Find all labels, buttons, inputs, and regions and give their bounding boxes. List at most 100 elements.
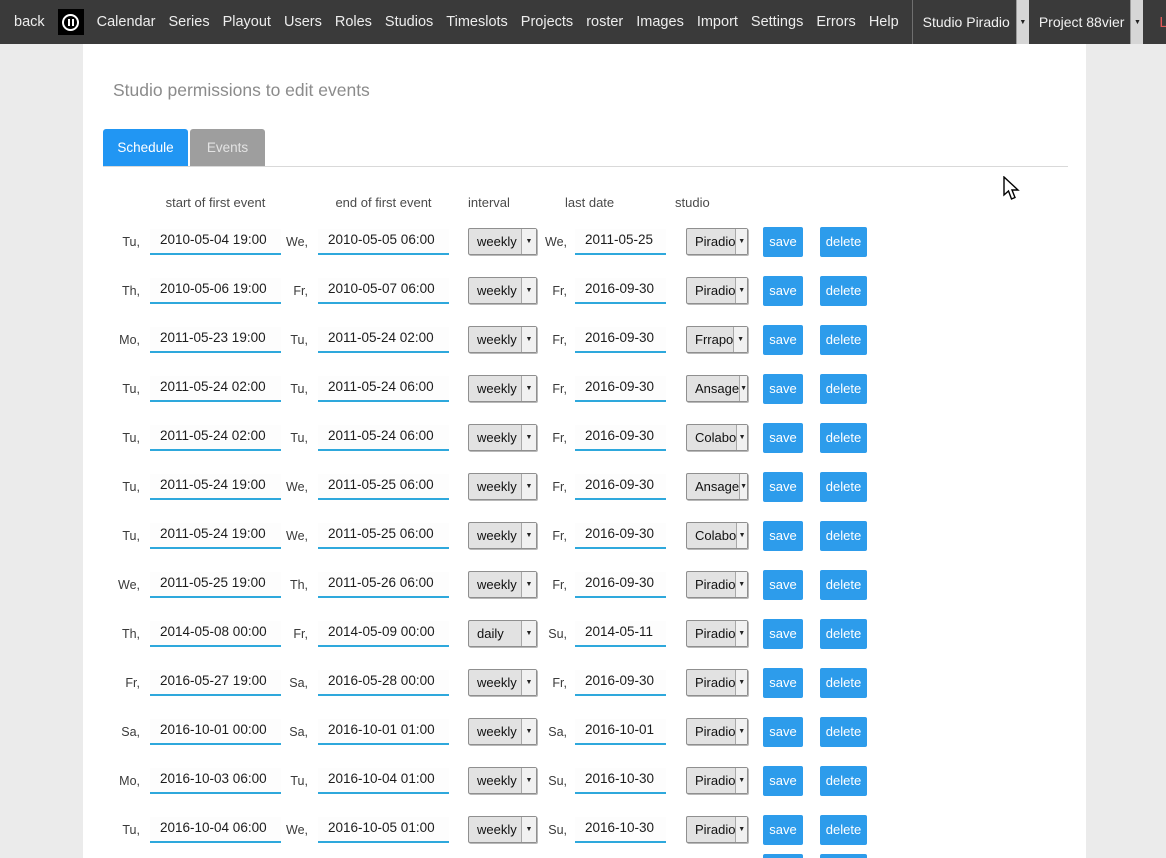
last-date-input[interactable] — [575, 817, 666, 843]
start-datetime-input[interactable] — [150, 572, 281, 598]
end-datetime-input[interactable] — [318, 474, 449, 500]
end-datetime-input[interactable] — [318, 768, 449, 794]
last-date-input[interactable] — [575, 327, 666, 353]
nav-item-calendar[interactable]: Calendar — [97, 14, 156, 30]
end-datetime-input[interactable] — [318, 278, 449, 304]
end-datetime-input[interactable] — [318, 572, 449, 598]
studio-select[interactable]: Colabo ▼ — [686, 522, 748, 549]
save-button[interactable]: save — [763, 619, 803, 649]
interval-select[interactable]: weekly ▼ — [468, 718, 537, 745]
delete-button[interactable]: delete — [820, 854, 867, 858]
start-datetime-input[interactable] — [150, 768, 281, 794]
save-button[interactable]: save — [763, 570, 803, 600]
studio-select[interactable]: Studio Piradio ▼ — [913, 0, 1029, 44]
save-button[interactable]: save — [763, 374, 803, 404]
interval-select[interactable]: weekly ▼ — [468, 767, 537, 794]
last-date-input[interactable] — [575, 229, 666, 255]
delete-button[interactable]: delete — [820, 374, 867, 404]
studio-select[interactable]: Piradio ▼ — [686, 816, 748, 843]
interval-select[interactable]: weekly ▼ — [468, 571, 537, 598]
delete-button[interactable]: delete — [820, 570, 867, 600]
nav-item-series[interactable]: Series — [168, 14, 209, 30]
last-date-input[interactable] — [575, 572, 666, 598]
delete-button[interactable]: delete — [820, 766, 867, 796]
chevron-down-icon[interactable]: ▼ — [1130, 0, 1143, 44]
end-datetime-input[interactable] — [318, 621, 449, 647]
start-datetime-input[interactable] — [150, 474, 281, 500]
interval-select[interactable]: weekly ▼ — [468, 277, 537, 304]
end-datetime-input[interactable] — [318, 229, 449, 255]
studio-select[interactable]: Piradio ▼ — [686, 767, 748, 794]
interval-select[interactable]: weekly ▼ — [468, 522, 537, 549]
delete-button[interactable]: delete — [820, 717, 867, 747]
studio-select[interactable]: Frrapo ▼ — [686, 326, 748, 353]
last-date-input[interactable] — [575, 376, 666, 402]
end-datetime-input[interactable] — [318, 327, 449, 353]
last-date-input[interactable] — [575, 425, 666, 451]
station-logo-icon[interactable] — [58, 9, 84, 35]
last-date-input[interactable] — [575, 768, 666, 794]
end-datetime-input[interactable] — [318, 719, 449, 745]
save-button[interactable]: save — [763, 227, 803, 257]
studio-select[interactable]: Ansage ▼ — [686, 473, 748, 500]
interval-select[interactable]: weekly ▼ — [468, 326, 537, 353]
save-button[interactable]: save — [763, 276, 803, 306]
studio-select[interactable]: Piradio ▼ — [686, 228, 748, 255]
start-datetime-input[interactable] — [150, 229, 281, 255]
start-datetime-input[interactable] — [150, 719, 281, 745]
nav-item-playout[interactable]: Playout — [223, 14, 271, 30]
nav-item-timeslots[interactable]: Timeslots — [446, 14, 508, 30]
tab-events[interactable]: Events — [190, 129, 265, 166]
nav-item-roles[interactable]: Roles — [335, 14, 372, 30]
interval-select[interactable]: weekly ▼ — [468, 375, 537, 402]
interval-select[interactable]: weekly ▼ — [468, 424, 537, 451]
last-date-input[interactable] — [575, 621, 666, 647]
start-datetime-input[interactable] — [150, 327, 281, 353]
studio-select[interactable]: Piradio ▼ — [686, 571, 748, 598]
start-datetime-input[interactable] — [150, 425, 281, 451]
start-datetime-input[interactable] — [150, 376, 281, 402]
studio-select[interactable]: Colabo ▼ — [686, 424, 748, 451]
save-button[interactable]: save — [763, 815, 803, 845]
delete-button[interactable]: delete — [820, 423, 867, 453]
interval-select[interactable]: daily ▼ — [468, 620, 537, 647]
start-datetime-input[interactable] — [150, 278, 281, 304]
project-select[interactable]: Project 88vier ▼ — [1029, 0, 1144, 44]
studio-select[interactable]: Piradio ▼ — [686, 718, 748, 745]
nav-item-projects[interactable]: Projects — [521, 14, 573, 30]
last-date-input[interactable] — [575, 719, 666, 745]
end-datetime-input[interactable] — [318, 376, 449, 402]
delete-button[interactable]: delete — [820, 815, 867, 845]
nav-item-import[interactable]: Import — [697, 14, 738, 30]
chevron-down-icon[interactable]: ▼ — [1016, 0, 1029, 44]
start-datetime-input[interactable] — [150, 670, 281, 696]
last-date-input[interactable] — [575, 474, 666, 500]
nav-item-back[interactable]: back — [14, 14, 45, 30]
studio-select[interactable]: Ansage ▼ — [686, 375, 748, 402]
save-button[interactable]: save — [763, 521, 803, 551]
save-button[interactable]: save — [763, 325, 803, 355]
delete-button[interactable]: delete — [820, 521, 867, 551]
tab-schedule[interactable]: Schedule — [103, 129, 188, 166]
last-date-input[interactable] — [575, 523, 666, 549]
save-button[interactable]: save — [763, 766, 803, 796]
delete-button[interactable]: delete — [820, 472, 867, 502]
delete-button[interactable]: delete — [820, 276, 867, 306]
end-datetime-input[interactable] — [318, 670, 449, 696]
nav-item-users[interactable]: Users — [284, 14, 322, 30]
nav-item-images[interactable]: Images — [636, 14, 684, 30]
nav-item-roster[interactable]: roster — [586, 14, 623, 30]
studio-select[interactable]: Piradio ▼ — [686, 277, 748, 304]
end-datetime-input[interactable] — [318, 523, 449, 549]
start-datetime-input[interactable] — [150, 523, 281, 549]
start-datetime-input[interactable] — [150, 817, 281, 843]
save-button[interactable]: save — [763, 854, 803, 858]
studio-select[interactable]: Piradio ▼ — [686, 669, 748, 696]
studio-select[interactable]: Piradio ▼ — [686, 620, 748, 647]
save-button[interactable]: save — [763, 717, 803, 747]
start-datetime-input[interactable] — [150, 621, 281, 647]
delete-button[interactable]: delete — [820, 668, 867, 698]
end-datetime-input[interactable] — [318, 425, 449, 451]
interval-select[interactable]: weekly ▼ — [468, 473, 537, 500]
save-button[interactable]: save — [763, 472, 803, 502]
